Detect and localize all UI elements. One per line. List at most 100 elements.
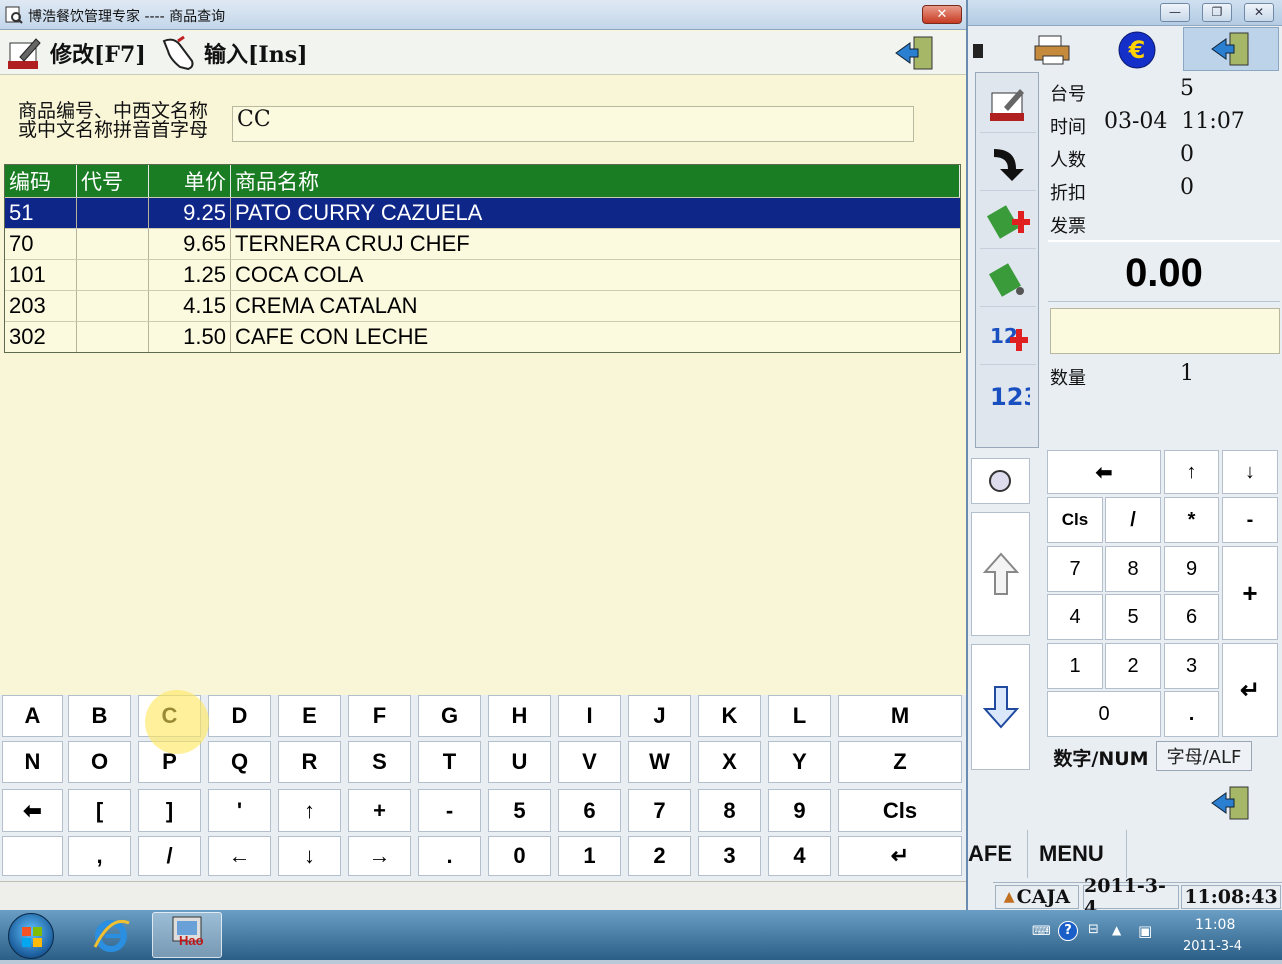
taskbar-ie[interactable] xyxy=(76,912,146,958)
key-row3-9[interactable]: 7 xyxy=(628,789,691,832)
key-row4-2[interactable]: / xyxy=(138,836,201,876)
key-row4-10[interactable]: 3 xyxy=(698,836,761,876)
table-row[interactable]: 203 4.15 CREMA CATALAN xyxy=(5,290,960,321)
key-row1-10[interactable]: K xyxy=(698,695,761,737)
col-price-header[interactable]: 单价 xyxy=(149,165,231,197)
table-row[interactable]: 51 9.25 PATO CURRY CAZUELA xyxy=(5,197,960,228)
key-row3-10[interactable]: 8 xyxy=(698,789,761,832)
key-row4-5[interactable]: → xyxy=(348,836,411,876)
dialog-exit-button[interactable] xyxy=(892,35,938,71)
key-row3-4[interactable]: ↑ xyxy=(278,789,341,832)
maximize-button[interactable]: ❐ xyxy=(1202,3,1232,22)
key-row1-8[interactable]: I xyxy=(558,695,621,737)
key-row3-3[interactable]: ' xyxy=(208,789,271,832)
dialog-close-button[interactable]: ✕ xyxy=(922,5,962,24)
key-row2-9[interactable]: W xyxy=(628,741,691,783)
numpad-8[interactable]: 8 xyxy=(1105,546,1161,592)
key-row3-8[interactable]: 6 xyxy=(558,789,621,832)
key-row2-1[interactable]: O xyxy=(68,741,131,783)
numpad-dot[interactable]: . xyxy=(1164,691,1219,737)
key-row4-12[interactable]: ↵ xyxy=(838,836,962,876)
key-row2-11[interactable]: Y xyxy=(768,741,831,783)
taskbar-pos-app[interactable]: Hao xyxy=(152,912,222,958)
numpad-multiply[interactable]: * xyxy=(1164,497,1219,543)
numpad-7[interactable]: 7 xyxy=(1047,546,1103,592)
scroll-down-button[interactable] xyxy=(971,644,1030,770)
printer-icon[interactable] xyxy=(1030,30,1076,70)
numpad-up[interactable]: ↑ xyxy=(1164,450,1219,494)
remove-dish-icon[interactable] xyxy=(980,251,1036,307)
input-button[interactable]: 输入[Ins] xyxy=(160,35,308,71)
key-row1-5[interactable]: F xyxy=(348,695,411,737)
key-row2-10[interactable]: X xyxy=(698,741,761,783)
numpad-minus[interactable]: - xyxy=(1222,497,1278,543)
key-row2-5[interactable]: S xyxy=(348,741,411,783)
key-row2-12[interactable]: Z xyxy=(838,741,962,783)
key-row1-4[interactable]: E xyxy=(278,695,341,737)
quantity-input[interactable] xyxy=(1050,308,1280,354)
edit-order-icon[interactable] xyxy=(980,77,1036,133)
key-row1-6[interactable]: G xyxy=(418,695,481,737)
numpad-clear[interactable]: Cls xyxy=(1047,497,1103,543)
key-row1-12[interactable]: M xyxy=(838,695,962,737)
numpad-4[interactable]: 4 xyxy=(1047,594,1103,640)
numpad-enter[interactable]: ↵ xyxy=(1222,643,1278,737)
start-button[interactable] xyxy=(8,913,54,959)
key-row2-4[interactable]: R xyxy=(278,741,341,783)
show-hidden-icons[interactable]: ▲ xyxy=(1112,923,1121,937)
key-row1-3[interactable]: D xyxy=(208,695,271,737)
key-row3-5[interactable]: + xyxy=(348,789,411,832)
col-alias-header[interactable]: 代号 xyxy=(77,165,149,197)
key-row2-0[interactable]: N xyxy=(2,741,63,783)
euro-icon[interactable]: € xyxy=(1114,30,1160,70)
numpad-0[interactable]: 0 xyxy=(1047,691,1161,737)
exit-button-top[interactable] xyxy=(1183,27,1279,71)
key-row4-4[interactable]: ↓ xyxy=(278,836,341,876)
numpad-down[interactable]: ↓ xyxy=(1222,450,1278,494)
key-row4-8[interactable]: 1 xyxy=(558,836,621,876)
key-row3-2[interactable]: ] xyxy=(138,789,201,832)
numpad-9[interactable]: 9 xyxy=(1164,546,1219,592)
quantity-icon[interactable]: 123 xyxy=(980,367,1036,423)
key-row4-1[interactable]: , xyxy=(68,836,131,876)
table-row[interactable]: 302 1.50 CAFE CON LECHE xyxy=(5,321,960,352)
key-row1-7[interactable]: H xyxy=(488,695,551,737)
add-quantity-icon[interactable]: 12 xyxy=(980,309,1036,365)
clock-time[interactable]: 11:08 xyxy=(1195,917,1235,933)
numpad-backspace[interactable]: ⬅ xyxy=(1047,450,1161,494)
magnifier-button[interactable] xyxy=(971,458,1030,504)
search-input[interactable]: CC xyxy=(232,106,914,142)
key-row3-1[interactable]: [ xyxy=(68,789,131,832)
numpad-5[interactable]: 5 xyxy=(1105,594,1161,640)
clock-date[interactable]: 2011-3-4 xyxy=(1183,939,1242,954)
pos-close-button[interactable]: ✕ xyxy=(1244,3,1274,22)
key-row4-7[interactable]: 0 xyxy=(488,836,551,876)
language-icon[interactable]: ⌨ xyxy=(1032,924,1051,939)
numpad-1[interactable]: 1 xyxy=(1047,643,1103,689)
key-row4-0[interactable] xyxy=(2,836,63,876)
key-row3-0[interactable]: ⬅ xyxy=(2,789,63,832)
key-row4-3[interactable]: ← xyxy=(208,836,271,876)
exit-button-bottom[interactable] xyxy=(1183,782,1279,826)
network-icon[interactable]: ▣ xyxy=(1138,922,1152,940)
key-row1-9[interactable]: J xyxy=(628,695,691,737)
numpad-plus[interactable]: + xyxy=(1222,546,1278,640)
key-row1-0[interactable]: A xyxy=(2,695,63,737)
add-dish-icon[interactable] xyxy=(980,193,1036,249)
col-code-header[interactable]: 编码 xyxy=(5,165,77,197)
scroll-up-button[interactable] xyxy=(971,512,1030,636)
numpad-3[interactable]: 3 xyxy=(1164,643,1219,689)
col-name-header[interactable]: 商品名称 xyxy=(231,165,960,197)
numeric-mode-tab[interactable]: 数字/NUM xyxy=(1047,740,1155,774)
table-row[interactable]: 101 1.25 COCA COLA xyxy=(5,259,960,290)
key-row3-11[interactable]: 9 xyxy=(768,789,831,832)
alpha-mode-tab[interactable]: 字母/ALF xyxy=(1156,741,1252,771)
key-row4-6[interactable]: . xyxy=(418,836,481,876)
key-row2-3[interactable]: Q xyxy=(208,741,271,783)
key-row3-12[interactable]: Cls xyxy=(838,789,962,832)
numpad-divide[interactable]: / xyxy=(1105,497,1161,543)
category-cafe[interactable]: AFE xyxy=(968,830,1028,878)
numpad-6[interactable]: 6 xyxy=(1164,594,1219,640)
key-row1-1[interactable]: B xyxy=(68,695,131,737)
minimize-button[interactable]: — xyxy=(1160,3,1190,22)
